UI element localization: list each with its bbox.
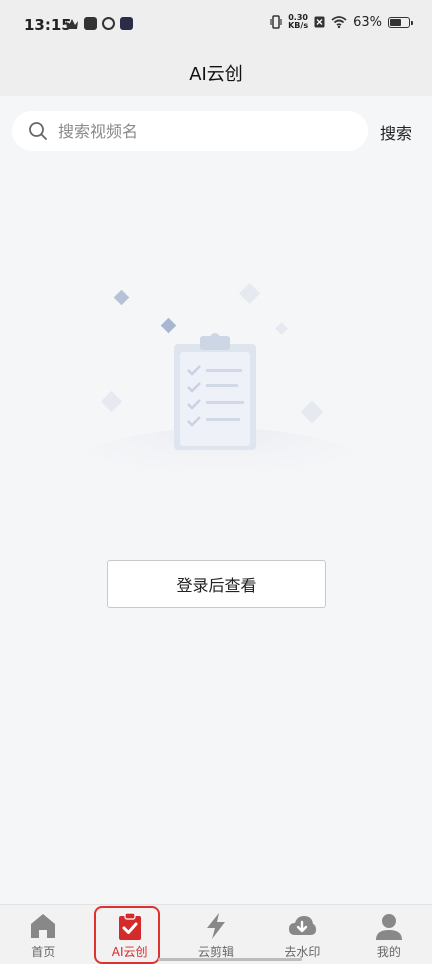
mail-app-icon (84, 17, 97, 30)
search-icon (29, 122, 47, 140)
nav-item-remove-watermark[interactable]: 去水印 (259, 905, 345, 964)
search-input[interactable] (58, 121, 348, 141)
bottom-nav: 首页 AI云创 云剪辑 去水印 我的 (0, 904, 432, 964)
battery-level (390, 18, 401, 26)
lightning-icon (207, 913, 226, 939)
nav-item-home[interactable]: 首页 (0, 905, 86, 964)
crown-icon (66, 18, 78, 29)
nav-item-cloud-edit[interactable]: 云剪辑 (173, 905, 259, 964)
vibrate-icon (270, 15, 282, 29)
battery-percent: 63% (353, 14, 382, 30)
nav-label-profile: 我的 (376, 945, 401, 959)
nav-item-ai-create[interactable]: AI云创 (86, 905, 172, 964)
wifi-icon (331, 16, 347, 28)
status-right: 0.30 KB/s 63% (270, 14, 413, 30)
cloud-download-icon (289, 916, 317, 935)
diamond-shape (113, 289, 130, 306)
notification-icons (65, 17, 133, 30)
profile-icon (375, 914, 402, 940)
diamond-shape (275, 322, 288, 335)
no-sim-icon (314, 16, 325, 28)
diamond-shape (300, 400, 324, 424)
sync-app-icon (102, 17, 115, 30)
search-box[interactable] (12, 111, 368, 151)
diamond-shape (238, 282, 261, 305)
net-speed-unit: KB/s (288, 21, 309, 30)
battery-icon (388, 16, 413, 28)
diamond-shape (100, 390, 123, 413)
nav-item-profile[interactable]: 我的 (346, 905, 432, 964)
home-indicator (158, 958, 302, 961)
nav-label-ai-create: AI云创 (111, 945, 148, 959)
title-bar: AI云创 (0, 50, 432, 96)
video-app-icon (120, 17, 133, 30)
search-button[interactable]: 搜索 (380, 120, 412, 144)
diamond-shape (160, 317, 177, 334)
page-title: AI云创 (189, 64, 243, 85)
home-icon (31, 914, 56, 938)
clipboard-check-icon (118, 912, 141, 940)
empty-state-illustration (70, 282, 370, 470)
clipboard-icon (174, 333, 256, 450)
nav-label-home: 首页 (31, 945, 56, 959)
login-to-view-button[interactable]: 登录后查看 (107, 560, 326, 608)
net-speed: 0.30 KB/s (288, 14, 308, 30)
status-bar: 13:15 0.30 KB/s 63% (0, 0, 432, 50)
